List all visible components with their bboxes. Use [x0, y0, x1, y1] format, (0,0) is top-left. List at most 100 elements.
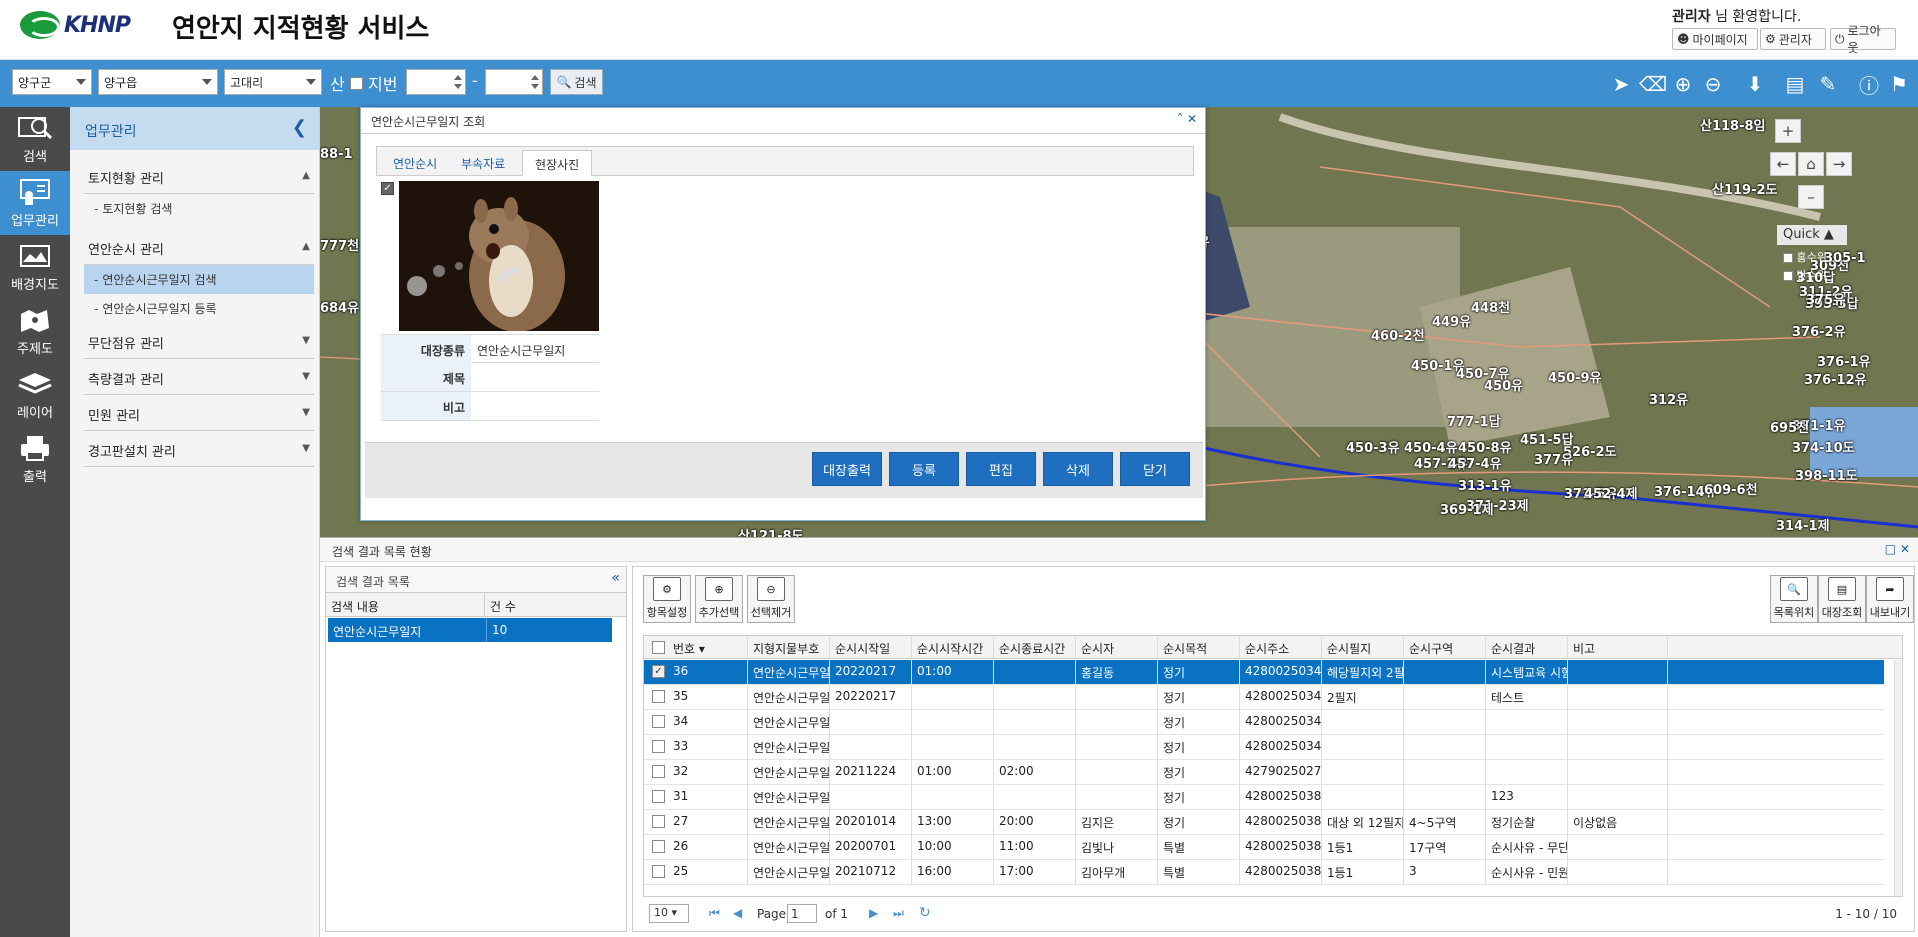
collapse-left-icon[interactable]: ❮: [292, 117, 307, 138]
sidebar-item-land-search[interactable]: - 토지현황 검색: [84, 194, 314, 223]
sidebar-group-sign[interactable]: 경고판설치 관리 ▼: [84, 431, 314, 467]
flood-level-option[interactable]: 홍수위: [1783, 249, 1827, 265]
sidebar-group-patrol[interactable]: 연안순시 관리 ▲: [84, 229, 314, 265]
sidebar-group-survey[interactable]: 측량결과 관리 ▼: [84, 359, 314, 395]
grid-column-header[interactable]: 순시자: [1076, 636, 1158, 658]
table-row[interactable]: ✓36연안순시근무일지2022021701:00 홍길동정기42800250341…: [644, 660, 1884, 685]
table-row[interactable]: 35연안순시근무일지20220217 정기428002503410452필지 테스트: [644, 685, 1884, 710]
refresh-icon[interactable]: ↻: [919, 905, 931, 921]
collapse-icon[interactable]: ˄: [1177, 112, 1183, 126]
ledger-view-button[interactable]: ▤ 대장조회: [1818, 575, 1866, 623]
spin-up-icon[interactable]: [454, 75, 462, 80]
pointer-icon[interactable]: ➤: [1608, 72, 1634, 96]
row-checkbox[interactable]: [652, 715, 665, 728]
pan-right-icon[interactable]: →: [1826, 152, 1852, 176]
nav-work[interactable]: 업무관리: [0, 171, 70, 235]
table-row[interactable]: 34연안순시근무일지 정기42800250341045: [644, 710, 1884, 735]
photo-checkbox[interactable]: ✓: [381, 182, 394, 195]
table-row[interactable]: 32연안순시근무일지2021122401:0002:00 정기4279025027…: [644, 760, 1884, 785]
list-location-button[interactable]: 🔍 목록위치: [1770, 575, 1818, 623]
pan-left-icon[interactable]: ←: [1770, 152, 1796, 176]
close-icon[interactable]: ✕: [1187, 112, 1197, 126]
full-checkbox[interactable]: [1783, 271, 1793, 281]
row-checkbox[interactable]: [652, 765, 665, 778]
table-row[interactable]: 27연안순시근무일지2020101413:0020:00김지은정기4280025…: [644, 810, 1884, 835]
next-page-icon[interactable]: ▶: [869, 906, 878, 920]
edit-button[interactable]: 편집: [966, 452, 1036, 486]
export-button[interactable]: ➦ 내보내기: [1866, 575, 1914, 623]
eraser-icon[interactable]: ⌫: [1639, 72, 1667, 96]
flag-icon[interactable]: ⚑: [1886, 72, 1912, 96]
spin-up-icon[interactable]: [531, 75, 539, 80]
info-icon[interactable]: ⓘ: [1856, 72, 1882, 98]
map-zoom-in-button[interactable]: +: [1775, 119, 1801, 143]
sidebar-item-patrol-search[interactable]: - 연안순시근무일지 검색: [84, 265, 314, 294]
grid-column-header[interactable]: 순시목적: [1158, 636, 1240, 658]
row-checkbox[interactable]: [652, 840, 665, 853]
maximize-icon[interactable]: □: [1885, 542, 1896, 556]
close-icon[interactable]: ✕: [1900, 542, 1910, 556]
register-button[interactable]: 등록: [889, 452, 959, 486]
first-page-icon[interactable]: ⏮: [709, 906, 720, 921]
nav-print[interactable]: 출력: [0, 427, 70, 491]
sidebar-group-complaint[interactable]: 민원 관리 ▼: [84, 395, 314, 431]
last-page-icon[interactable]: ⏭: [893, 906, 904, 921]
add-selection-button[interactable]: ⊕ 추가선택: [695, 575, 743, 623]
page-size-select[interactable]: 10 ▾: [649, 904, 689, 923]
search-button[interactable]: 🔍 검색: [550, 69, 603, 95]
tab-patrol[interactable]: 연안순시: [381, 150, 449, 176]
result-list-row[interactable]: 연안순시근무일지 10: [328, 618, 612, 642]
nav-basemap[interactable]: 배경지도: [0, 235, 70, 299]
sidebar-group-land[interactable]: 토지현황 관리 ▲: [84, 158, 314, 194]
grid-column-header[interactable]: 번호 ▾: [668, 636, 748, 658]
village-select[interactable]: 고대리: [224, 69, 322, 95]
delete-button[interactable]: 삭제: [1043, 452, 1113, 486]
mountain-checkbox[interactable]: [350, 77, 363, 90]
spin-down-icon[interactable]: [454, 84, 462, 89]
grid-column-header[interactable]: 순시시작일: [830, 636, 912, 658]
grid-column-header[interactable]: 비고: [1568, 636, 1668, 658]
grid-column-header[interactable]: 순시필지: [1322, 636, 1404, 658]
row-checkbox[interactable]: [652, 865, 665, 878]
select-all-checkbox[interactable]: [652, 641, 665, 654]
close-button[interactable]: 닫기: [1120, 452, 1190, 486]
grid-column-header[interactable]: 순시결과: [1486, 636, 1568, 658]
row-checkbox[interactable]: [652, 790, 665, 803]
zoom-out-icon[interactable]: ⊖: [1700, 72, 1726, 96]
grid-column-header[interactable]: 순시종료시간: [994, 636, 1076, 658]
prev-page-icon[interactable]: ◀: [733, 906, 742, 920]
print-ledger-button[interactable]: 대장출력: [812, 452, 882, 486]
site-photo-image[interactable]: [399, 181, 599, 331]
pencil-icon[interactable]: ✎: [1815, 72, 1841, 96]
nav-layer[interactable]: 레이어: [0, 363, 70, 427]
row-checkbox[interactable]: ✓: [652, 665, 665, 678]
home-icon[interactable]: ⌂: [1798, 152, 1824, 176]
measure-icon[interactable]: ▤: [1782, 72, 1808, 96]
grid-column-header[interactable]: 순시주소: [1240, 636, 1322, 658]
admin-button[interactable]: ⚙ 관리자: [1760, 28, 1826, 50]
khnp-logo[interactable]: KHNP: [20, 10, 131, 40]
collapse-double-left-icon[interactable]: «: [611, 570, 620, 586]
mypage-button[interactable]: ☻ 마이페이지: [1672, 28, 1758, 50]
flood-checkbox[interactable]: [1783, 253, 1793, 263]
lot-main-input[interactable]: [406, 69, 466, 95]
table-row[interactable]: 26연안순시근무일지2020070110:0011:00김빛나특별4280025…: [644, 835, 1884, 860]
column-settings-button[interactable]: ⚙ 항목설정: [643, 575, 691, 623]
table-row[interactable]: 33연안순시근무일지 정기42800250341045: [644, 735, 1884, 760]
map-zoom-out-button[interactable]: –: [1798, 185, 1824, 209]
tab-attachments[interactable]: 부속자료: [449, 150, 517, 176]
row-checkbox[interactable]: [652, 740, 665, 753]
quick-panel-toggle[interactable]: Quick ▲: [1777, 225, 1847, 245]
sidebar-item-patrol-register[interactable]: - 연안순시근무일지 등록: [84, 294, 314, 323]
lot-sub-input[interactable]: [485, 69, 543, 95]
table-row[interactable]: 31연안순시근무일지 정기42800250381023 123: [644, 785, 1884, 810]
zoom-in-icon[interactable]: ⊕: [1670, 72, 1696, 96]
nav-search[interactable]: 검색: [0, 107, 70, 171]
download-icon[interactable]: ⬇: [1742, 72, 1768, 96]
grid-column-header[interactable]: 지형지물부호: [748, 636, 830, 658]
nav-theme[interactable]: 주제도: [0, 299, 70, 363]
table-row[interactable]: 25연안순시근무일지2021071216:0017:00김아무개특별428002…: [644, 860, 1884, 885]
grid-column-header[interactable]: 순시구역: [1404, 636, 1486, 658]
remove-selection-button[interactable]: ⊖ 선택제거: [747, 575, 795, 623]
page-number-input[interactable]: 1: [787, 904, 817, 923]
